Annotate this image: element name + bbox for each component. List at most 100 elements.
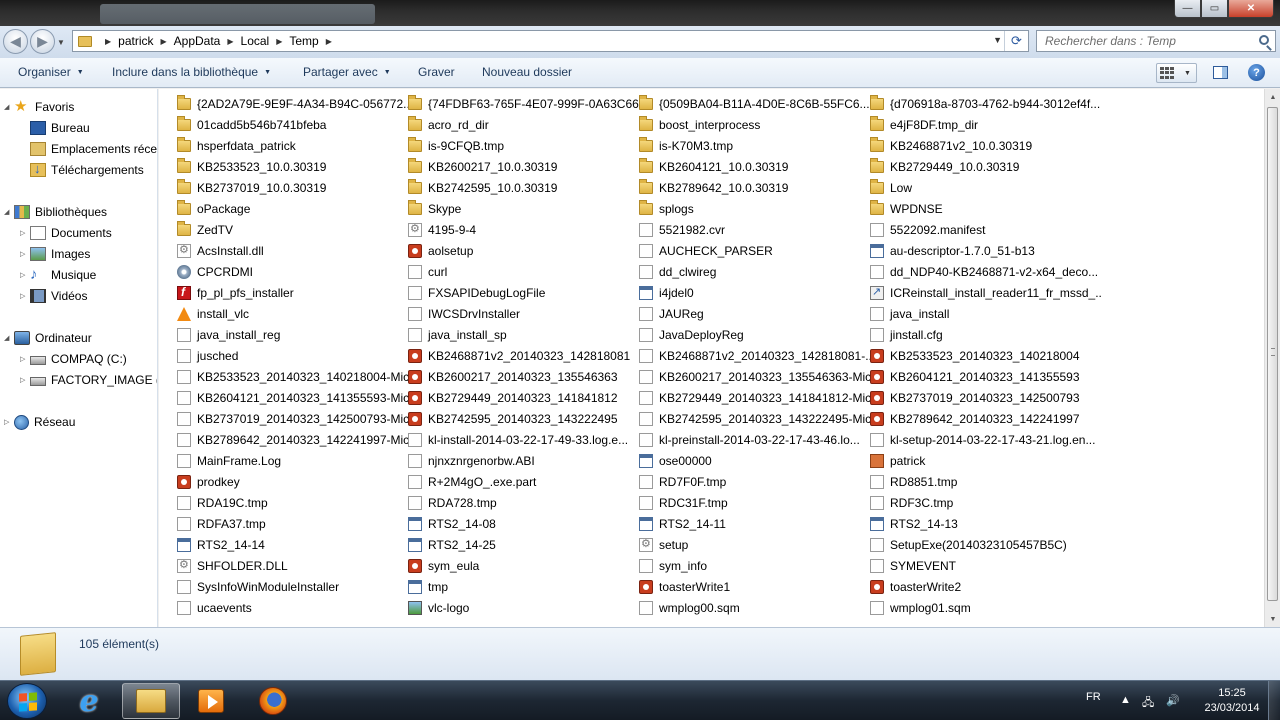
file-item[interactable]: java_install_reg xyxy=(177,324,408,345)
file-item[interactable]: ZedTV xyxy=(177,219,408,240)
nav-drive-c[interactable]: ▷ COMPAQ (C:) xyxy=(20,349,127,369)
collapse-arrow-icon[interactable]: ▷ xyxy=(20,250,30,258)
expand-arrow-icon[interactable]: ◢ xyxy=(4,208,14,216)
file-item[interactable]: RDC31F.tmp xyxy=(639,492,870,513)
nav-network[interactable]: ▷ Réseau xyxy=(4,412,75,432)
scroll-down-icon[interactable]: ▼ xyxy=(1265,611,1280,627)
file-item[interactable]: java_install_sp xyxy=(408,324,639,345)
file-item[interactable]: KB2604121_10.0.30319 xyxy=(639,156,870,177)
collapse-arrow-icon[interactable]: ▷ xyxy=(20,229,30,237)
taskbar-internet-explorer[interactable]: e xyxy=(60,683,118,719)
file-item[interactable]: ose00000 xyxy=(639,450,870,471)
file-item[interactable]: KB2600217_20140323_135546363-Mic... xyxy=(639,366,870,387)
file-item[interactable]: kl-setup-2014-03-22-17-43-21.log.en... xyxy=(870,429,1101,450)
breadcrumb-patrick[interactable]: patrick xyxy=(118,34,153,48)
file-item[interactable]: dd_NDP40-KB2468871-v2-x64_deco... xyxy=(870,261,1101,282)
file-item[interactable]: R+2M4gO_.exe.part xyxy=(408,471,639,492)
file-item[interactable]: AUCHECK_PARSER xyxy=(639,240,870,261)
file-item[interactable]: RDA19C.tmp xyxy=(177,492,408,513)
file-item[interactable]: njnxznrgenorbw.ABI xyxy=(408,450,639,471)
chevron-right-icon[interactable]: ▶ xyxy=(161,37,167,46)
file-item[interactable]: dd_clwireg xyxy=(639,261,870,282)
file-item[interactable]: au-descriptor-1.7.0_51-b13 xyxy=(870,240,1101,261)
file-item[interactable]: hsperfdata_patrick xyxy=(177,135,408,156)
file-item[interactable]: RDA728.tmp xyxy=(408,492,639,513)
collapse-arrow-icon[interactable]: ▷ xyxy=(4,418,14,426)
nav-downloads[interactable]: Téléchargements xyxy=(30,160,144,180)
file-item[interactable]: IWCSDrvInstaller xyxy=(408,303,639,324)
file-item[interactable]: 5521982.cvr xyxy=(639,219,870,240)
file-item[interactable]: curl xyxy=(408,261,639,282)
file-item[interactable]: {74FDBF63-765F-4E07-999F-0A63C66... xyxy=(408,93,639,114)
maximize-button[interactable]: ▭ xyxy=(1201,0,1228,18)
breadcrumb-temp[interactable]: Temp xyxy=(289,34,318,48)
file-item[interactable]: toasterWrite2 xyxy=(870,576,1101,597)
file-item[interactable]: 5522092.manifest xyxy=(870,219,1101,240)
taskbar-firefox[interactable] xyxy=(244,683,302,719)
refresh-button[interactable]: ⟳ xyxy=(1004,31,1028,51)
file-item[interactable]: kl-preinstall-2014-03-22-17-43-46.lo... xyxy=(639,429,870,450)
scroll-up-icon[interactable]: ▲ xyxy=(1265,89,1280,105)
file-item[interactable]: oPackage xyxy=(177,198,408,219)
chevron-right-icon[interactable]: ▶ xyxy=(276,37,282,46)
collapse-arrow-icon[interactable]: ▷ xyxy=(20,292,30,300)
file-item[interactable]: KB2600217_20140323_135546363 xyxy=(408,366,639,387)
file-item[interactable]: {d706918a-8703-4762-b944-3012ef4f... xyxy=(870,93,1101,114)
file-item[interactable]: RTS2_14-14 xyxy=(177,534,408,555)
file-item[interactable]: RD8851.tmp xyxy=(870,471,1101,492)
nav-documents[interactable]: ▷ Documents xyxy=(20,223,112,243)
file-item[interactable]: wmplog01.sqm xyxy=(870,597,1101,618)
file-item[interactable]: SetupExe(20140323105457B5C) xyxy=(870,534,1101,555)
file-item[interactable]: Skype xyxy=(408,198,639,219)
file-item[interactable]: SysInfoWinModuleInstaller xyxy=(177,576,408,597)
file-item[interactable]: KB2737019_20140323_142500793 xyxy=(870,387,1101,408)
file-item[interactable]: KB2468871v2_20140323_142818081 xyxy=(408,345,639,366)
search-icon[interactable] xyxy=(1259,35,1269,45)
file-item[interactable]: MainFrame.Log xyxy=(177,450,408,471)
file-item[interactable]: 4195-9-4 xyxy=(408,219,639,240)
file-item[interactable]: aolsetup xyxy=(408,240,639,261)
file-item[interactable]: RDF3C.tmp xyxy=(870,492,1101,513)
file-item[interactable]: KB2729449_20140323_141841812-Mic... xyxy=(639,387,870,408)
file-item[interactable]: jusched xyxy=(177,345,408,366)
nav-music[interactable]: ▷ ♪ Musique xyxy=(20,265,96,285)
file-item[interactable]: SHFOLDER.DLL xyxy=(177,555,408,576)
change-view-button[interactable]: ▼ xyxy=(1156,63,1197,83)
file-item[interactable]: setup xyxy=(639,534,870,555)
file-item[interactable]: sym_eula xyxy=(408,555,639,576)
file-item[interactable]: 01cadd5b546b741bfeba xyxy=(177,114,408,135)
file-item[interactable]: KB2468871v2_10.0.30319 xyxy=(870,135,1101,156)
file-item[interactable]: KB2789642_20140323_142241997 xyxy=(870,408,1101,429)
file-item[interactable]: ICReinstall_install_reader11_fr_mssd_... xyxy=(870,282,1101,303)
file-item[interactable]: FXSAPIDebugLogFile xyxy=(408,282,639,303)
file-item[interactable]: KB2742595_20140323_143222495 xyxy=(408,408,639,429)
address-bar[interactable]: ▶ patrick ▶ AppData ▶ Local ▶ Temp ▶ ▼ ⟳ xyxy=(72,30,1029,52)
file-item[interactable]: KB2533523_20140323_140218004-Mic... xyxy=(177,366,408,387)
file-item[interactable]: java_install xyxy=(870,303,1101,324)
file-item[interactable]: RTS2_14-08 xyxy=(408,513,639,534)
network-status-icon[interactable]: 🖧 xyxy=(1142,694,1154,713)
file-item[interactable]: vlc-logo xyxy=(408,597,639,618)
file-item[interactable]: wmplog00.sqm xyxy=(639,597,870,618)
expand-arrow-icon[interactable]: ◢ xyxy=(4,103,14,111)
file-item[interactable]: KB2604121_20140323_141355593 xyxy=(870,366,1101,387)
forward-button[interactable]: ▶ xyxy=(30,29,55,54)
file-item[interactable]: RTS2_14-25 xyxy=(408,534,639,555)
show-desktop-button[interactable] xyxy=(1268,681,1280,720)
file-item[interactable]: fp_pl_pfs_installer xyxy=(177,282,408,303)
collapse-arrow-icon[interactable]: ▷ xyxy=(20,271,30,279)
file-item[interactable]: JAUReg xyxy=(639,303,870,324)
file-item[interactable]: KB2604121_20140323_141355593-Mic... xyxy=(177,387,408,408)
file-item[interactable]: boost_interprocess xyxy=(639,114,870,135)
nav-images[interactable]: ▷ Images xyxy=(20,244,90,264)
file-item[interactable]: KB2789642_10.0.30319 xyxy=(639,177,870,198)
file-item[interactable]: jinstall.cfg xyxy=(870,324,1101,345)
file-item[interactable]: KB2737019_10.0.30319 xyxy=(177,177,408,198)
recent-pages-dropdown[interactable]: ▼ xyxy=(57,38,65,47)
include-library-button[interactable]: Inclure dans la bibliothèque ▼ xyxy=(112,65,271,79)
file-item[interactable]: Low xyxy=(870,177,1101,198)
file-item[interactable]: install_vlc xyxy=(177,303,408,324)
file-item[interactable]: splogs xyxy=(639,198,870,219)
file-item[interactable]: KB2742595_10.0.30319 xyxy=(408,177,639,198)
nav-videos[interactable]: ▷ Vidéos xyxy=(20,286,87,306)
